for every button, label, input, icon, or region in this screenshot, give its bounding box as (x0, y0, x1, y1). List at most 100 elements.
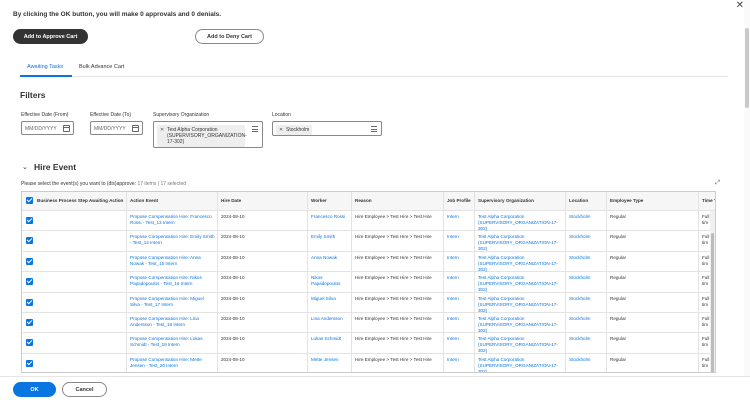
cell-supervisory-organization[interactable]: Test Alpha Corporation (SUPERVISORY_ORGA… (478, 255, 563, 273)
supervisory-org-chip: ✕ Test Alpha Corporation (SUPERVISORY_OR… (157, 125, 247, 147)
cell-action-event[interactable]: Propose Compensation Hire: Miguel Silva … (130, 296, 215, 308)
cell-job-profile[interactable]: Intern (447, 296, 472, 302)
list-icon[interactable] (252, 126, 258, 132)
cell-supervisory-organization[interactable]: Test Alpha Corporation (SUPERVISORY_ORGA… (478, 214, 563, 232)
filters-heading: Filters (20, 90, 46, 100)
cell-reason: Hire Employee > Test Hire > Test Hire (355, 295, 432, 301)
supervisory-org-input[interactable]: ✕ Test Alpha Corporation (SUPERVISORY_OR… (153, 121, 263, 148)
cell-action-event[interactable]: Propose Compensation Hire: Lukas Schmidt… (130, 336, 215, 348)
column-divider (565, 192, 566, 372)
column-header-location[interactable]: Location (569, 198, 604, 204)
cell-employee-type: Regular (610, 214, 627, 219)
column-header-worker[interactable]: Worker (311, 198, 349, 204)
cell-worker[interactable]: Francesco Rossi (311, 214, 349, 220)
row-checkbox[interactable] (26, 217, 33, 224)
expand-icon[interactable]: ⤢ (715, 180, 720, 187)
row-checkbox[interactable] (26, 237, 33, 245)
items-count: 17 items (137, 181, 157, 187)
column-header-hire-date[interactable]: Hire Date (221, 198, 305, 204)
add-to-deny-cart-button[interactable]: Add to Deny Cart (195, 29, 264, 44)
location-label: Location (272, 112, 291, 118)
row-checkbox[interactable] (26, 319, 33, 326)
row-checkbox[interactable] (26, 298, 33, 306)
cell-employee-type: Regular (610, 356, 627, 362)
cell-job-profile[interactable]: Intern (447, 234, 472, 240)
column-header-time-type[interactable]: Time T (702, 198, 715, 204)
cell-action-event[interactable]: Propose Compensation Hire: Lina Andersso… (130, 316, 215, 328)
row-checkbox[interactable] (26, 339, 33, 347)
cell-supervisory-organization[interactable]: Test Alpha Corporation (SUPERVISORY_ORGA… (478, 316, 563, 334)
cell-worker[interactable]: Lina Andersson (311, 316, 349, 322)
cell-job-profile[interactable]: Intern (447, 275, 472, 281)
cell-location[interactable]: Stockholm (569, 255, 604, 261)
cell-location[interactable]: Stockholm (569, 296, 604, 302)
cell-worker[interactable]: Mette Jensen (311, 357, 349, 363)
cell-worker[interactable]: Anna Nowak (311, 255, 349, 261)
cell-worker[interactable]: Nikos Papadopoulos (311, 275, 349, 287)
cell-job-profile[interactable]: Intern (447, 336, 472, 342)
cell-supervisory-organization[interactable]: Test Alpha Corporation (SUPERVISORY_ORGA… (478, 275, 563, 293)
cancel-button[interactable]: Cancel (62, 382, 107, 397)
column-header-action-event[interactable]: Action Event (130, 198, 215, 204)
summary-message: By clicking the OK button, you will make… (13, 11, 222, 18)
page-scrollbar[interactable] (744, 0, 750, 400)
column-header-employee-type[interactable]: Employee Type (610, 198, 696, 204)
list-icon[interactable] (371, 126, 377, 132)
column-header-reason[interactable]: Reason (355, 198, 441, 204)
row-checkbox[interactable] (26, 359, 33, 367)
cell-reason: Hire Employee > Test Hire > Test Hire (355, 234, 432, 240)
column-divider (217, 192, 218, 372)
cell-hire-date: 2024-08-10 (221, 336, 245, 342)
location-chip-label: Stockholm (286, 127, 310, 133)
cell-action-event[interactable]: Propose Compensation Hire: Francesco Ros… (130, 214, 215, 226)
effective-from-input[interactable]: MM/DD/YYYY (21, 121, 74, 135)
cell-job-profile[interactable]: Intern (447, 357, 472, 363)
cell-supervisory-organization[interactable]: Test Alpha Corporation (SUPERVISORY_ORGA… (478, 296, 563, 314)
add-to-approve-cart-button[interactable]: Add to Approve Cart (13, 29, 88, 44)
select-all-checkbox[interactable] (26, 197, 33, 204)
cell-action-event[interactable]: Propose Compensation Hire: Anna Nowak - … (130, 255, 215, 267)
location-input[interactable]: ✕ Stockholm (272, 121, 382, 136)
tab-awaiting-tasks[interactable]: Awaiting Tasks (27, 64, 63, 70)
cell-job-profile[interactable]: Intern (447, 214, 472, 220)
cell-supervisory-organization[interactable]: Test Alpha Corporation (SUPERVISORY_ORGA… (478, 357, 563, 372)
cell-worker[interactable]: Lukas Schmidt (311, 336, 349, 342)
row-checkbox[interactable] (26, 278, 33, 286)
cell-worker[interactable]: Miguel Silva (311, 296, 349, 302)
calendar-icon[interactable] (63, 125, 70, 132)
supervisory-org-chip-label: Test Alpha Corporation (SUPERVISORY_ORGA… (167, 127, 247, 145)
supervisory-org-label: Supervisory Organization (153, 112, 210, 118)
column-header-business-process-step[interactable]: Business Process Step Awaiting Action (37, 198, 135, 204)
tab-bulk-advance-cart[interactable]: Bulk Advance Cart (79, 64, 124, 70)
cell-supervisory-organization[interactable]: Test Alpha Corporation (SUPERVISORY_ORGA… (478, 336, 563, 354)
cell-job-profile[interactable]: Intern (447, 316, 472, 322)
ok-button[interactable]: OK (13, 382, 56, 397)
cell-employee-type: Regular (610, 234, 627, 240)
cell-location[interactable]: Stockholm (569, 234, 604, 240)
remove-chip-icon[interactable]: ✕ (279, 127, 283, 133)
calendar-icon[interactable] (132, 125, 139, 132)
cell-location[interactable]: Stockholm (569, 275, 604, 281)
column-header-job-profile[interactable]: Job Profile (447, 198, 472, 204)
page-scrollbar-thumb[interactable] (745, 28, 749, 108)
cell-location[interactable]: Stockholm (569, 316, 604, 322)
grid-scrollbar-thumb[interactable] (711, 233, 714, 372)
approval-page: ✕ By clicking the OK button, you will ma… (0, 0, 750, 400)
remove-chip-icon[interactable]: ✕ (160, 127, 164, 133)
row-checkbox[interactable] (26, 257, 33, 265)
close-icon[interactable]: ✕ (736, 1, 744, 11)
cell-location[interactable]: Stockholm (569, 336, 604, 342)
chevron-down-icon[interactable]: ⌄ (22, 163, 28, 171)
effective-to-input[interactable]: MM/DD/YYYY (90, 121, 143, 135)
cell-action-event[interactable]: Propose Compensation Hire: Nikos Papadop… (130, 275, 215, 287)
active-tab-indicator (20, 75, 72, 77)
cell-action-event[interactable]: Propose Compensation Hire: Emily Smith -… (130, 234, 215, 246)
cell-location[interactable]: Stockholm (569, 357, 604, 363)
cell-location[interactable]: Stockholm (569, 214, 604, 220)
column-header-supervisory-organization[interactable]: Supervisory Organization (478, 198, 563, 204)
cell-supervisory-organization[interactable]: Test Alpha Corporation (SUPERVISORY_ORGA… (478, 234, 563, 252)
cell-action-event[interactable]: Propose Compensation Hire: Mette Jensen … (130, 357, 215, 369)
cell-job-profile[interactable]: Intern (447, 255, 472, 261)
grid-scrollbar[interactable] (710, 211, 715, 372)
cell-worker[interactable]: Emily Smith (311, 234, 349, 240)
